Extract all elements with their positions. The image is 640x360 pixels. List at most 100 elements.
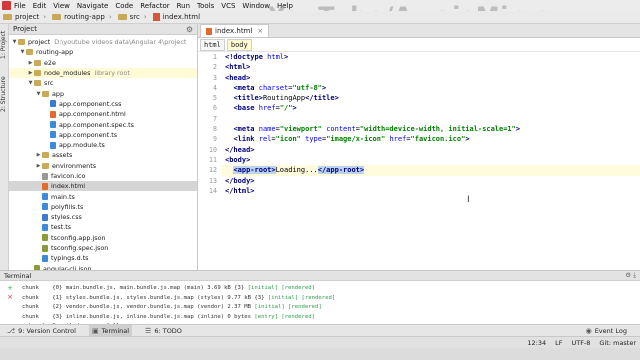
terminal-header: Terminal ⚙ ⤓ <box>0 271 640 281</box>
code-line[interactable]: <base href="/"> <box>222 103 640 113</box>
folder-icon <box>34 59 41 66</box>
close-icon[interactable]: × <box>3 293 17 302</box>
terminal-line: chunk {1} styles.bundle.js, styles.bundl… <box>22 294 640 304</box>
status-position[interactable]: 12:34 <box>527 339 546 347</box>
menu-refactor[interactable]: Refactor <box>140 2 169 10</box>
tree-item-label: polyfills.ts <box>51 202 84 211</box>
tool-tab-event-log[interactable]: ◉ Event Log <box>583 325 630 336</box>
code-token: > <box>284 53 289 61</box>
terminal-token: chunk {3} inline.bundle.js, inline.bundl… <box>22 313 255 320</box>
code-line[interactable] <box>222 114 640 124</box>
status-line-separator[interactable]: LF <box>555 339 562 347</box>
tree-item-favicon-ico[interactable]: favicon.ico <box>9 171 197 181</box>
menu-view[interactable]: View <box>53 2 70 10</box>
chevron-down-icon[interactable]: ▼ <box>27 80 34 86</box>
tree-item-label: e2e <box>44 58 56 67</box>
code-token: <title> <box>233 94 263 103</box>
tree-item-tsconfig-spec-json[interactable]: tsconfig.spec.json <box>9 243 197 253</box>
tree-item-polyfills-ts[interactable]: polyfills.ts <box>9 202 197 212</box>
code-line[interactable]: <app-root>Loading...</app-root> <box>222 165 640 176</box>
code-line[interactable]: </html> <box>222 186 640 196</box>
tree-item-assets[interactable]: ▶ assets <box>9 150 197 160</box>
add-icon[interactable]: + <box>3 284 17 293</box>
project-panel-title[interactable]: Project <box>13 25 37 33</box>
code-token: "width=device-width, initial-scale=1" <box>359 125 516 134</box>
tree-item-label: app <box>52 89 65 98</box>
menu-tools[interactable]: Tools <box>197 2 214 10</box>
tree-item-routing-app[interactable]: ▼ routing-app <box>9 47 197 57</box>
chevron-right-icon[interactable]: ▶ <box>27 70 34 76</box>
tree-item-index-html[interactable]: index.html <box>9 181 197 192</box>
menu-edit[interactable]: Edit <box>33 2 47 10</box>
tree-item-label: favicon.ico <box>51 172 86 180</box>
menu-code[interactable]: Code <box>115 2 133 10</box>
nav-crumb-project[interactable]: project › <box>3 13 46 21</box>
tree-item-app-component-html[interactable]: app.component.html <box>9 109 197 119</box>
code-line[interactable]: <meta name="viewport" content="width=dev… <box>222 124 640 134</box>
tree-item-styles-css[interactable]: styles.css <box>9 212 197 222</box>
tree-item-e2e[interactable]: ▶ e2e <box>9 58 197 68</box>
chevron-right-icon[interactable]: ▶ <box>27 60 34 66</box>
close-icon[interactable]: × <box>257 27 263 35</box>
code-line[interactable]: </head> <box>222 145 640 155</box>
tree-item-label: app.component.css <box>59 99 122 108</box>
code-line[interactable]: <meta charset="utf-8"> <box>222 83 640 93</box>
folder-icon <box>52 14 62 20</box>
code-token: <head> <box>225 73 251 82</box>
tree-item-app[interactable]: ▼ app <box>9 88 197 98</box>
chevron-right-icon[interactable]: ▶ <box>35 152 42 158</box>
chevron-down-icon[interactable]: ▼ <box>11 39 18 45</box>
nav-crumb-routing-app[interactable]: routing-app › <box>52 13 112 21</box>
code-line[interactable]: <!doctype html> <box>222 52 640 62</box>
code-line[interactable]: <body> <box>222 155 640 165</box>
folder-icon <box>42 152 49 159</box>
menu-window[interactable]: Window <box>242 2 270 10</box>
settings-icon[interactable]: ⚙ ⤓ <box>625 271 636 280</box>
menu-file[interactable]: File <box>14 2 26 10</box>
tree-item-node-modules[interactable]: ▶ node_modules library root <box>9 67 197 79</box>
chevron-down-icon[interactable]: ▼ <box>19 49 26 55</box>
tree-item-main-ts[interactable]: main.ts <box>9 191 197 201</box>
status-vcs-branch[interactable]: Git: master <box>599 339 636 347</box>
code-line[interactable]: <html> <box>222 62 640 72</box>
tree-item-project[interactable]: ▼ project D:\youtube videos data\Angular 4… <box>9 37 197 47</box>
code-area[interactable]: 1 2 3 4 5 6 7 8 9 10 11 12 13 14 <!doctype html> <html… <box>198 52 640 195</box>
tree-item-typings-d-ts[interactable]: typings.d.ts <box>9 253 197 263</box>
tool-tab-structure[interactable]: 2: Structure <box>0 74 9 114</box>
code-line[interactable]: <head> <box>222 73 640 83</box>
code-text[interactable]: <!doctype html> <html> <head> <meta charse… <box>222 52 640 196</box>
tree-item-label: src <box>44 79 54 88</box>
tool-tab-terminal[interactable]: ▣ Terminal <box>88 325 133 336</box>
menu-run[interactable]: Run <box>177 2 190 10</box>
tree-item-test-ts[interactable]: test.ts <box>9 222 197 232</box>
nav-crumb-index-html[interactable]: index.html <box>152 13 200 21</box>
tree-item-environments[interactable]: ▶ environments <box>9 161 197 171</box>
line-number: 2 <box>213 63 217 72</box>
chevron-right-icon[interactable]: ▶ <box>35 163 42 169</box>
tree-item-tsconfig-app-json[interactable]: tsconfig.app.json <box>9 233 197 243</box>
tree-item-app-module-ts[interactable]: app.module.ts <box>9 140 197 150</box>
status-encoding[interactable]: UTF-8 <box>571 339 590 347</box>
tree-item-app-component-css[interactable]: app.component.css <box>9 99 197 109</box>
nav-crumb-src[interactable]: src › <box>117 13 147 21</box>
chevron-down-icon[interactable]: ▼ <box>35 91 42 97</box>
tree-item-src[interactable]: ▼ src <box>9 78 197 88</box>
menu-navigate[interactable]: Navigate <box>77 2 108 10</box>
tool-tab-todo[interactable]: ☰ 6: TODO <box>142 325 185 336</box>
tool-tab-project[interactable]: 1: Project <box>0 28 9 62</box>
breadcrumb-body[interactable]: body <box>226 38 252 51</box>
breadcrumb-html[interactable]: html <box>200 38 225 51</box>
code-token: > <box>292 104 297 113</box>
tool-tab-version-control[interactable]: ⎇ 9: Version Control <box>4 325 79 336</box>
terminal-title: Terminal <box>4 271 32 280</box>
line-number: 10 <box>209 145 217 154</box>
gear-icon[interactable]: ⚙ <box>186 25 193 34</box>
tree-item-app-component-spec-ts[interactable]: app.component.spec.ts <box>9 119 197 129</box>
menu-vcs[interactable]: VCS <box>221 2 235 10</box>
code-line[interactable]: <title>RoutingApp</title> <box>222 93 640 103</box>
code-token: <!doctype <box>225 53 268 61</box>
code-line[interactable]: </body> <box>222 176 640 186</box>
code-line[interactable]: <link rel="icon" type="image/x-icon" hre… <box>222 134 640 144</box>
tree-item-app-component-ts[interactable]: app.component.ts <box>9 130 197 140</box>
editor-tab-index-html[interactable]: index.html × <box>200 24 270 37</box>
